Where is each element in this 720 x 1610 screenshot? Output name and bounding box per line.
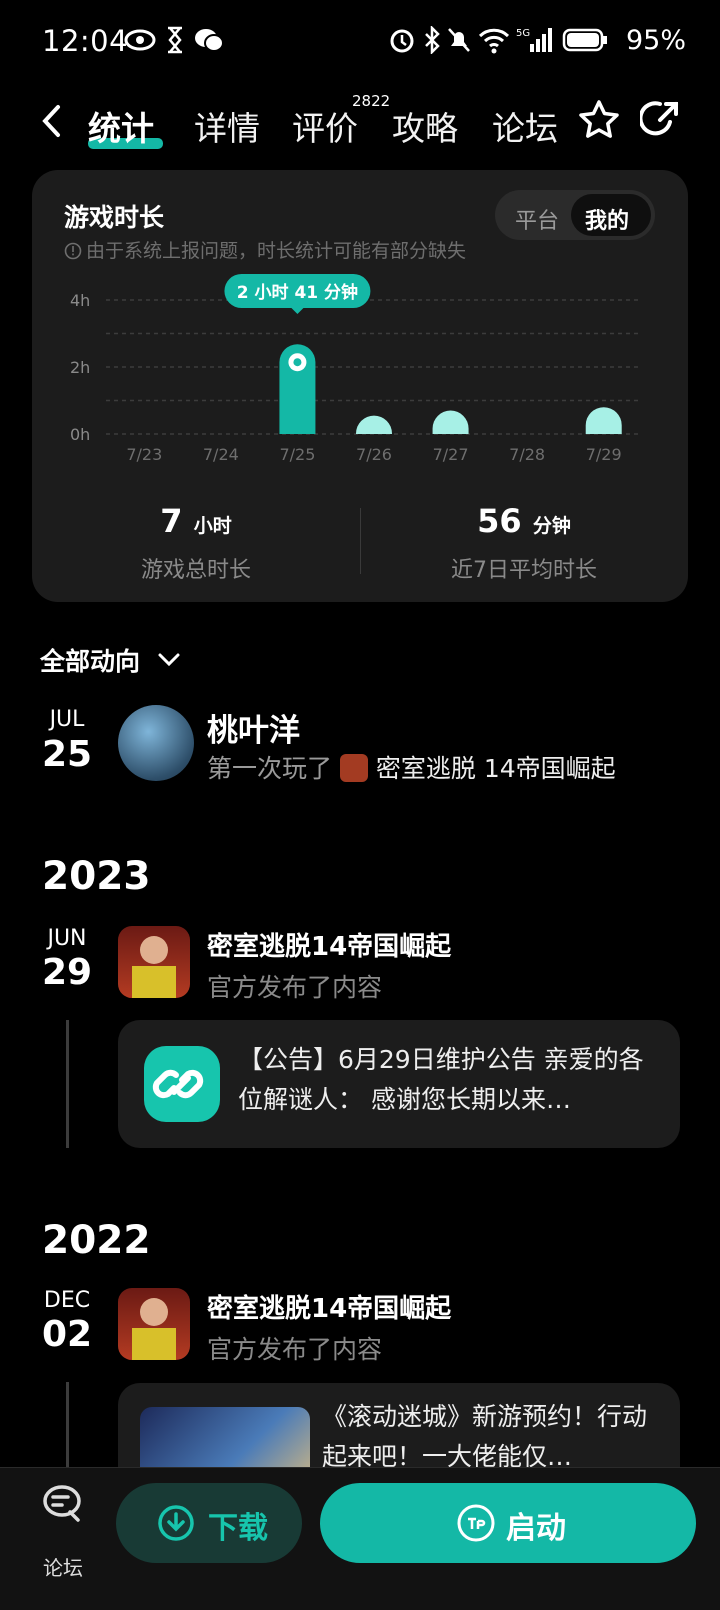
game-mini-icon [339, 754, 368, 782]
timeline-line [66, 1020, 69, 1148]
activity-text: 第一次玩了 密室逃脱 14帝国崛起 [207, 749, 616, 785]
tab-bar: 统计 详情 评价 2822 攻略 论坛 [0, 90, 720, 154]
bar [585, 407, 622, 434]
status-bar: 12:04 5G 95% [0, 0, 720, 84]
svg-text:5G: 5G [516, 28, 530, 39]
start-button[interactable]: 启动 [320, 1483, 696, 1563]
wifi-icon [478, 28, 510, 54]
playtime-title: 游戏时长 [64, 203, 165, 232]
x-tick-label: 7/29 [586, 445, 622, 464]
x-tick-label: 7/25 [279, 445, 315, 464]
tab-guides[interactable]: 攻略 [392, 102, 458, 150]
download-button[interactable]: 下载 [116, 1483, 302, 1563]
source-toggle[interactable]: 平台 我的 [495, 190, 655, 240]
year-heading: 2022 [42, 1218, 151, 1263]
activity-subtitle: 官方发布了内容 [207, 1335, 383, 1364]
tab-details[interactable]: 详情 [194, 102, 260, 150]
forum-icon [43, 1485, 81, 1522]
alarm-icon [390, 29, 414, 53]
total-playtime-value: 7 小时 [32, 502, 360, 540]
y-tick-label: 0h [70, 425, 90, 444]
status-time: 12:04 [42, 24, 129, 58]
avg-playtime-label: 近7日平均时长 [451, 558, 597, 583]
feed-day: 29 [41, 952, 93, 993]
avg-value: 56 [477, 502, 522, 540]
game-name[interactable]: 密室逃脱14帝国崛起 [207, 926, 451, 963]
info-icon [64, 242, 82, 260]
download-icon [158, 1505, 194, 1541]
year-heading: 2023 [42, 854, 151, 899]
link-icon [144, 1046, 220, 1122]
x-tick-label: 7/23 [126, 445, 162, 464]
x-tick-label: 7/26 [356, 445, 392, 464]
tab-forum[interactable]: 论坛 [492, 102, 558, 150]
game-icon[interactable] [118, 926, 190, 998]
playtime-chart: 0h 2h 4h 7/23 7/24 7/25 2 小时 41 分钟 7/26 7/27 7/28… [70, 274, 642, 464]
back-arrow-icon[interactable] [40, 104, 62, 138]
activity-filter-label: 全部动向 [40, 647, 141, 676]
forum-button[interactable]: 论坛 [40, 1482, 86, 1580]
mute-icon [448, 28, 470, 52]
signal-icon: 5G [516, 28, 552, 52]
avatar[interactable] [118, 705, 194, 781]
avg-unit: 分钟 [532, 515, 571, 537]
x-tick-label: 7/24 [203, 445, 239, 464]
tooltip-text: 2 小时 41 分钟 [237, 282, 358, 303]
activity-subtitle: 官方发布了内容 [207, 973, 383, 1002]
eye-icon [124, 29, 156, 51]
toggle-option-platform[interactable]: 平台 [515, 203, 559, 235]
taptap-icon [457, 1504, 495, 1542]
post-card[interactable]: 【公告】6月29日维护公告 亲爱的各位解谜人： 感谢您长期以来… [118, 1020, 680, 1148]
post-text: 【公告】6月29日维护公告 亲爱的各位解谜人： 感谢您长期以来… [238, 1045, 644, 1114]
feed-month: JUN [47, 926, 87, 951]
y-tick-label: 4h [70, 291, 90, 310]
reviews-count-badge: 2822 [352, 92, 391, 110]
wechat-icon [195, 29, 224, 52]
timeline-line [66, 1382, 69, 1472]
activity-game-link[interactable]: 密室逃脱 14帝国崛起 [376, 754, 616, 783]
start-label: 启动 [506, 1511, 566, 1546]
playtime-card: 游戏时长 由于系统上报问题，时长统计可能有部分缺失 平台 我的 0h 2h 4h 7/… [32, 170, 688, 602]
y-tick-label: 2h [70, 358, 90, 377]
total-playtime-label: 游戏总时长 [140, 558, 251, 583]
battery-icon [562, 28, 607, 52]
playtime-note: 由于系统上报问题，时长统计可能有部分缺失 [64, 236, 466, 263]
bluetooth-icon [425, 26, 440, 54]
total-unit: 小时 [193, 515, 232, 537]
bar-marker-dot [293, 358, 302, 367]
user-name[interactable]: 桃叶洋 [207, 705, 300, 750]
tab-stats[interactable]: 统计 [88, 102, 154, 150]
tooltip-pointer [291, 308, 304, 314]
share-icon[interactable] [640, 98, 680, 140]
x-tick-label: 7/27 [433, 445, 469, 464]
toggle-option-mine[interactable]: 我的 [585, 203, 629, 235]
activity-prefix: 第一次玩了 [207, 754, 333, 783]
feed-day: 02 [41, 1314, 93, 1355]
forum-label: 论坛 [43, 1556, 83, 1580]
tab-reviews[interactable]: 评价 [292, 102, 358, 150]
avg-playtime-value: 56 分钟 [360, 502, 688, 540]
bar [356, 415, 392, 434]
game-icon[interactable] [118, 1288, 190, 1360]
chevron-down-icon [158, 653, 180, 667]
download-label: 下载 [208, 1511, 268, 1546]
bar [432, 410, 469, 434]
hourglass-icon [168, 26, 182, 54]
feed-month: DEC [43, 1288, 91, 1313]
post-text: 《滚动迷城》新游预约！行动起来吧！一大佬能仅… [322, 1402, 648, 1471]
bottom-action-bar: 论坛 下载 启动 [0, 1467, 720, 1610]
game-name[interactable]: 密室逃脱14帝国崛起 [207, 1288, 451, 1325]
x-tick-label: 7/28 [509, 445, 545, 464]
feed-day: 25 [41, 734, 93, 775]
star-icon[interactable] [577, 98, 621, 142]
playtime-note-text: 由于系统上报问题，时长统计可能有部分缺失 [86, 240, 467, 262]
feed-month: JUL [49, 707, 85, 732]
activity-filter[interactable]: 全部动向 [40, 642, 181, 678]
battery-percent: 95% [626, 25, 687, 56]
total-value: 7 [160, 502, 183, 540]
